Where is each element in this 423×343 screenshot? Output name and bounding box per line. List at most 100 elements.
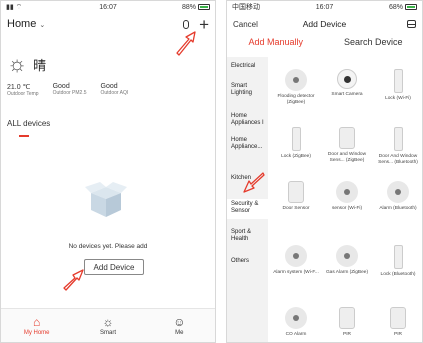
device-tile[interactable]: sensor (Wi-Fi) — [323, 181, 371, 212]
device-tile[interactable]: Door and Window Sens... (ZigBee) — [323, 127, 371, 163]
weather-condition: 晴 — [33, 57, 47, 73]
category-list: Electrical Smart Lighting Home Appliance… — [227, 57, 268, 342]
status-time: 16:07 — [99, 3, 117, 11]
stat-value: Good — [52, 83, 70, 90]
tab-label: Smart — [99, 329, 116, 336]
door-sensor-icon — [393, 127, 403, 151]
door-sensor-icon — [288, 181, 304, 203]
category-home-appliances-2[interactable]: Home Appliance... — [227, 137, 268, 151]
add-mode-tabs: Add Manually Search Device — [227, 37, 422, 53]
add-device-header: Cancel Add Device — [233, 15, 416, 33]
device-tile[interactable]: Alarm (Bluetooth) — [374, 181, 422, 212]
device-label: sensor (Wi-Fi) — [331, 206, 363, 211]
flood-sensor-icon — [285, 69, 307, 91]
device-tile[interactable]: Door Sensor — [272, 181, 320, 212]
add-device-screen: 中国移动 16:07 68% Cancel Add Device Add Man… — [226, 0, 423, 343]
sun-icon: ☼ — [102, 314, 114, 329]
device-label: Gas Alarm (ZigBee) — [325, 270, 369, 275]
tab-add-manually[interactable]: Add Manually — [227, 37, 325, 53]
user-icon: ☺ — [173, 314, 186, 329]
stat-outdoor-temp: 21.0 ℃ Outdoor Temp — [7, 83, 39, 97]
stat-label: Outdoor Temp — [7, 91, 39, 97]
tab-me[interactable]: ☺ Me — [144, 309, 215, 342]
stat-label: Outdoor AQI — [100, 90, 129, 96]
cancel-button[interactable]: Cancel — [233, 20, 258, 29]
device-label: Door And Window Sens... (Bluetooth) — [378, 154, 418, 165]
device-label: Lock (Wi-Fi) — [385, 96, 411, 101]
device-label: Alarm (Bluetooth) — [379, 206, 417, 211]
device-label: Door and Window Sens... (ZigBee) — [327, 152, 367, 163]
all-devices-tab[interactable]: ALL devices — [7, 119, 50, 128]
device-tile[interactable]: Flooding detector (ZigBee) — [272, 69, 320, 105]
tab-label: Me — [175, 329, 184, 336]
device-tile[interactable]: Door And Window Sens... (Bluetooth) — [374, 127, 422, 165]
device-label: Alarm system (Wi-F... — [273, 270, 319, 275]
home-selector[interactable]: Home ⌄ — [7, 18, 45, 30]
alarm-icon — [285, 245, 307, 267]
scan-icon[interactable] — [407, 20, 416, 28]
empty-box-icon — [85, 182, 127, 217]
category-security-sensor[interactable]: Security & Sensor — [227, 199, 268, 219]
device-label: Smart Camera — [331, 92, 363, 97]
tab-label: My Home — [23, 329, 50, 336]
lock-icon — [291, 127, 301, 151]
device-tile[interactable]: Lock (Wi-Fi) — [374, 69, 422, 102]
device-tile[interactable]: Lock (ZigBee) — [272, 127, 320, 160]
tab-smart[interactable]: ☼ Smart — [72, 309, 143, 342]
category-smart-lighting[interactable]: Smart Lighting — [227, 83, 268, 97]
alarm-icon — [387, 181, 409, 203]
device-label: Door Sensor — [282, 206, 310, 211]
annotation-arrow-icon — [243, 172, 265, 193]
bottom-tab-bar: ⌂ My Home ☼ Smart ☺ Me — [1, 308, 215, 342]
battery-icon — [198, 4, 210, 10]
sensor-icon — [336, 181, 358, 203]
annotation-arrow-icon — [63, 269, 84, 291]
pir-sensor-icon — [339, 307, 355, 329]
device-label: CO Alarm — [285, 332, 307, 337]
device-tile[interactable]: CO Alarm — [272, 307, 320, 338]
stat-value: 21.0 ℃ — [7, 84, 31, 91]
device-label: Lock (Bluetooth) — [380, 272, 416, 277]
lock-icon — [393, 69, 403, 93]
add-device-button[interactable]: Add Device — [84, 259, 144, 275]
device-label: Flooding detector (ZigBee) — [277, 94, 315, 105]
device-tile[interactable]: Smart Camera — [323, 69, 371, 98]
camera-icon — [337, 69, 357, 89]
gas-alarm-icon — [336, 245, 358, 267]
device-tile[interactable]: Gas Alarm (ZigBee) — [323, 245, 371, 276]
device-tile[interactable]: Alarm system (Wi-F... — [272, 245, 320, 276]
device-label: Lock (ZigBee) — [281, 154, 311, 159]
stat-label: Outdoor PM2.5 — [52, 90, 87, 96]
stat-value: Good — [100, 83, 118, 90]
device-label: PIR — [394, 332, 402, 337]
co-alarm-icon — [285, 307, 307, 329]
device-tile[interactable]: Lock (Bluetooth) — [374, 245, 422, 278]
battery-icon — [405, 4, 417, 10]
empty-state-message: No devices yet. Please add — [68, 243, 148, 250]
status-bar: ▮▮ ⌔ 16:07 88% — [1, 1, 215, 13]
active-tab-indicator — [19, 135, 29, 137]
category-sport-health[interactable]: Sport & Health — [227, 229, 268, 243]
home-title: Home — [7, 18, 37, 30]
status-bar: 中国移动 16:07 68% — [227, 1, 422, 13]
stat-outdoor-aqi: Good Outdoor AQI — [101, 83, 129, 97]
page-title: Add Device — [302, 19, 347, 29]
weather-stats: 21.0 ℃ Outdoor Temp Good Outdoor PM2.5 G… — [7, 83, 205, 97]
add-icon[interactable]: + — [199, 16, 209, 33]
category-home-appliances-1[interactable]: Home Appliances I — [227, 113, 268, 127]
category-electrical[interactable]: Electrical — [227, 63, 268, 70]
chevron-down-icon: ⌄ — [39, 22, 46, 29]
microphone-icon[interactable] — [183, 19, 190, 29]
device-tile[interactable]: PIR — [323, 307, 371, 338]
stat-outdoor-pm25: Good Outdoor PM2.5 — [53, 83, 87, 97]
weather-row: ☼ 晴 — [7, 53, 46, 75]
status-time: 16:07 — [315, 3, 334, 11]
tab-search-device[interactable]: Search Device — [325, 37, 423, 53]
tab-my-home[interactable]: ⌂ My Home — [1, 309, 72, 342]
category-others[interactable]: Others — [227, 258, 268, 265]
device-label: PIR — [343, 332, 351, 337]
device-tile[interactable]: PIR — [374, 307, 422, 338]
annotation-arrow-icon — [176, 31, 196, 56]
pir-sensor-icon — [390, 307, 406, 329]
sun-icon: ☼ — [7, 51, 28, 76]
